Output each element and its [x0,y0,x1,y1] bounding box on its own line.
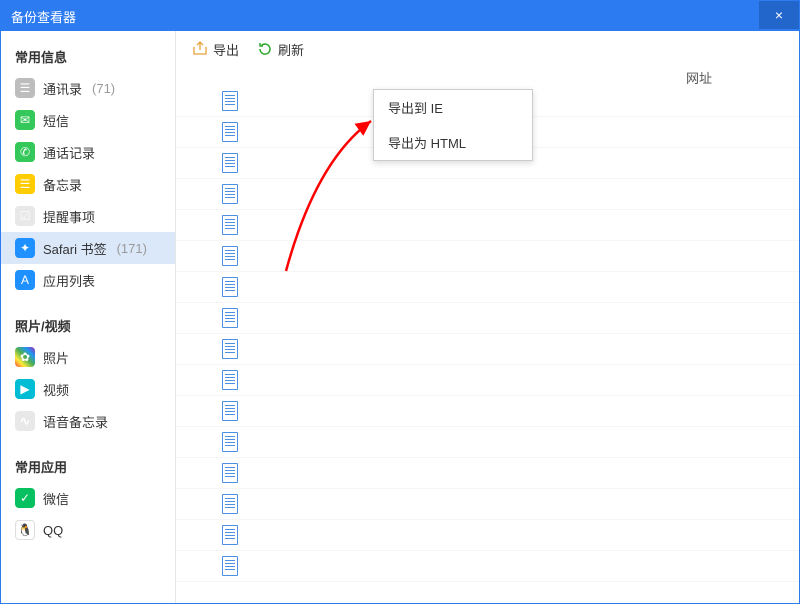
sidebar-item-label: 语音备忘录 [43,412,108,431]
sidebar-item-contacts[interactable]: ☰ 通讯录 (71) [1,72,175,104]
sidebar-item-count: (171) [117,241,147,256]
bookmark-icon [222,91,238,111]
bookmark-icon [222,525,238,545]
sidebar-item-label: 应用列表 [43,271,95,290]
sidebar-item-label: 短信 [43,111,69,130]
close-button[interactable]: × [759,1,799,29]
contacts-icon: ☰ [15,78,35,98]
export-as-html[interactable]: 导出为 HTML [374,125,532,160]
bookmark-icon [222,122,238,142]
sidebar-item-label: 微信 [43,489,69,508]
bookmark-list[interactable] [176,86,799,603]
table-row[interactable] [176,458,799,489]
sidebar-item-sms[interactable]: ✉ 短信 [1,104,175,136]
sidebar-item-label: 通讯录 [43,79,82,98]
sidebar-item-notes[interactable]: ☰ 备忘录 [1,168,175,200]
sidebar-item-label: 提醒事项 [43,207,95,226]
sidebar-item-photos[interactable]: ✿ 照片 [1,341,175,373]
close-icon: × [775,7,783,23]
bookmark-icon [222,153,238,173]
table-row[interactable] [176,303,799,334]
sidebar-item-count: (71) [92,81,115,96]
table-row[interactable] [176,396,799,427]
titlebar: 备份查看器 × [1,1,799,31]
column-headers: 网址 [176,68,799,86]
bookmark-icon [222,401,238,421]
voice-icon: ∿ [15,411,35,431]
table-row[interactable] [176,427,799,458]
bookmark-icon [222,184,238,204]
bookmark-icon [222,463,238,483]
wechat-icon: ✓ [15,488,35,508]
export-button[interactable]: 导出 [192,40,239,59]
table-row[interactable] [176,241,799,272]
sidebar-item-label: 照片 [43,348,69,367]
sidebar-item-label: 视频 [43,380,69,399]
bookmark-icon [222,277,238,297]
sidebar-item-qq[interactable]: 🐧 QQ [1,514,175,546]
table-row[interactable] [176,365,799,396]
apps-icon: A [15,270,35,290]
refresh-label: 刷新 [278,40,304,59]
sidebar-item-label: QQ [43,523,63,538]
app-body: 常用信息 ☰ 通讯录 (71) ✉ 短信 ✆ 通话记录 ☰ 备忘录 ☑ 提醒事项 ✦ Safari 书签 (… [1,31,799,603]
sidebar-item-calls[interactable]: ✆ 通话记录 [1,136,175,168]
sidebar-item-safari[interactable]: ✦ Safari 书签 (171) [1,232,175,264]
export-dropdown: 导出到 IE 导出为 HTML [373,89,533,161]
sidebar-item-label: 通话记录 [43,143,95,162]
bookmark-icon [222,215,238,235]
calls-icon: ✆ [15,142,35,162]
table-row[interactable] [176,334,799,365]
sidebar-item-voice[interactable]: ∿ 语音备忘录 [1,405,175,437]
videos-icon: ▶ [15,379,35,399]
column-url: 网址 [686,68,712,87]
export-to-ie[interactable]: 导出到 IE [374,90,532,125]
app-window: 备份查看器 × 常用信息 ☰ 通讯录 (71) ✉ 短信 ✆ 通话记录 ☰ 备忘录 ☑ 提醒事项 ✦ Sa… [0,0,800,604]
reminders-icon: ☑ [15,206,35,226]
sidebar-item-wechat[interactable]: ✓ 微信 [1,482,175,514]
table-row[interactable] [176,210,799,241]
bookmark-icon [222,246,238,266]
table-row[interactable] [176,179,799,210]
sidebar-item-label: Safari 书签 [43,239,107,258]
bookmark-icon [222,339,238,359]
sidebar-group-title: 常用信息 [1,41,175,72]
sidebar: 常用信息 ☰ 通讯录 (71) ✉ 短信 ✆ 通话记录 ☰ 备忘录 ☑ 提醒事项 ✦ Safari 书签 (… [1,31,176,603]
sidebar-item-videos[interactable]: ▶ 视频 [1,373,175,405]
main-pane: 导出 刷新 网址 导出到 IE 导出为 HTML [176,31,799,603]
window-title: 备份查看器 [11,7,76,26]
export-icon [192,41,208,57]
notes-icon: ☰ [15,174,35,194]
toolbar: 导出 刷新 [176,31,799,68]
qq-icon: 🐧 [15,520,35,540]
bookmark-icon [222,556,238,576]
table-row[interactable] [176,272,799,303]
bookmark-icon [222,308,238,328]
bookmark-icon [222,494,238,514]
photos-icon: ✿ [15,347,35,367]
sidebar-item-label: 备忘录 [43,175,82,194]
sidebar-item-apps[interactable]: A 应用列表 [1,264,175,296]
refresh-icon [257,41,273,57]
refresh-button[interactable]: 刷新 [257,40,304,59]
sidebar-group-title: 常用应用 [1,451,175,482]
export-label: 导出 [213,40,239,59]
sidebar-group-title: 照片/视频 [1,310,175,341]
bookmark-icon [222,432,238,452]
table-row[interactable] [176,489,799,520]
sidebar-item-reminders[interactable]: ☑ 提醒事项 [1,200,175,232]
table-row[interactable] [176,520,799,551]
safari-icon: ✦ [15,238,35,258]
sms-icon: ✉ [15,110,35,130]
bookmark-icon [222,370,238,390]
table-row[interactable] [176,551,799,582]
